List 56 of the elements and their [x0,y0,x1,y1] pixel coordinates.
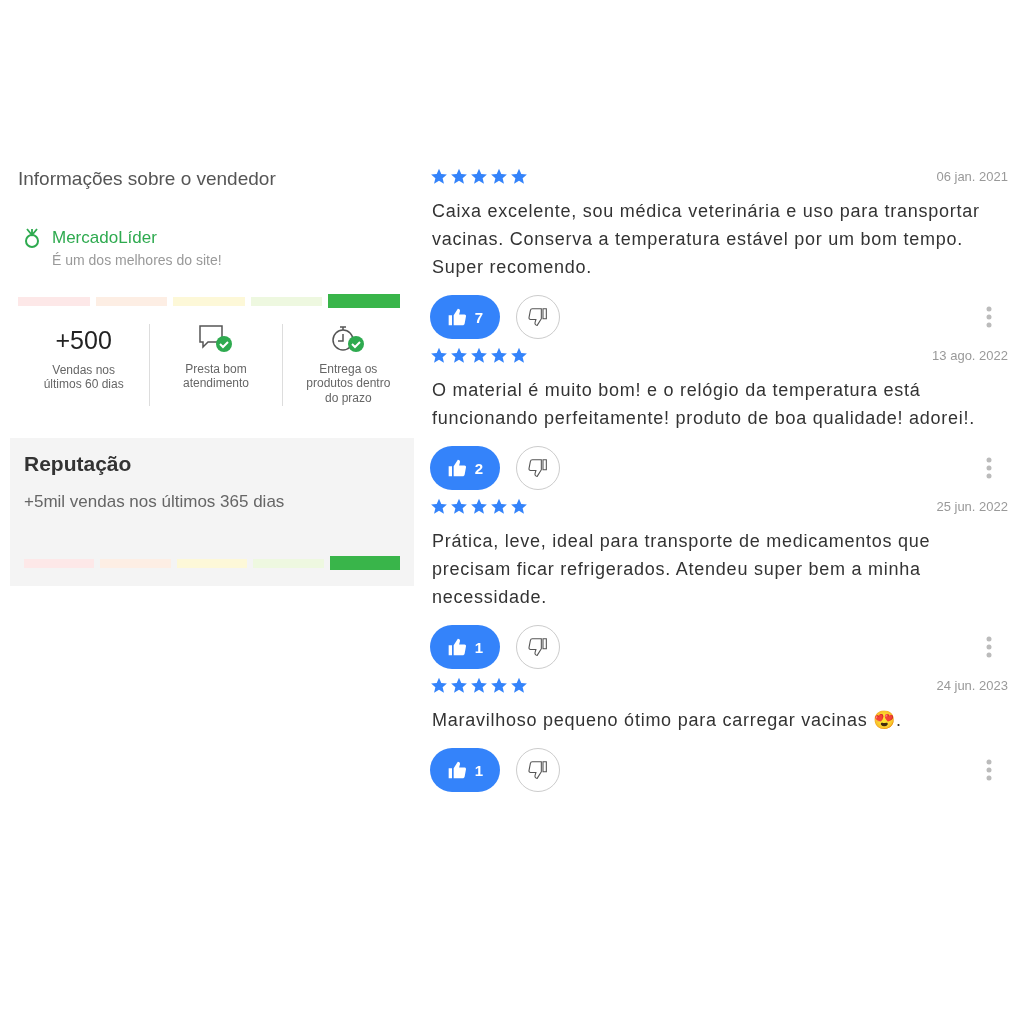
review-text: Prática, leve, ideal para transporte de medicamentos que precisam ficar refrigerados. Atendeu super bem a minha necessidade. [432,530,932,609]
review-date: 25 jun. 2022 [936,499,1008,514]
star-icon [490,168,508,185]
star-icon [510,677,528,694]
dislike-button[interactable] [516,446,560,490]
thumbs-down-icon [528,458,548,478]
thumbs-up-icon [446,637,467,657]
star-icon [470,677,488,694]
star-icon [470,168,488,185]
stat-label: Presta bom atendimento [181,362,250,391]
star-icon [450,677,468,694]
stat-label: Entrega os produtos dentro do prazo [305,362,392,406]
thumbs-down-icon [528,760,548,780]
thumbs-up-icon [446,307,467,327]
stat-label: Vendas nos últimos 60 dias [42,363,125,392]
star-icon [490,347,508,364]
medal-icon [24,228,40,248]
thumbs-down-icon [528,307,548,327]
review-date: 13 ago. 2022 [932,348,1008,363]
chat-check-icon [198,324,234,354]
star-icon [510,498,528,515]
star-icon [450,498,468,515]
star-icon [510,168,528,185]
review-text: Caixa excelente, sou médica veterinária e uso para transportar vacinas. Conserva a temperatura estável por um bom tempo. Super recomendo. [432,200,981,279]
badge-title: MercadoLíder [52,228,158,248]
dislike-button[interactable] [516,625,560,669]
review-text: O material é muito bom! e o relógio da temperatura está funcionando perfeitamente! produto de boa qualidade! adorei!. [432,379,977,430]
reputation-text: +5mil vendas nos últimos 365 dias [24,492,286,512]
thumbs-down-icon [528,637,548,657]
stat-value: +500 [55,326,112,355]
star-icon [450,168,468,185]
like-button[interactable]: 1 [430,748,500,792]
star-icon [470,347,488,364]
star-icon [430,498,448,515]
review-date: 06 jan. 2021 [936,169,1008,184]
star-icon [430,347,448,364]
thumbs-up-icon [446,760,467,780]
stopwatch-check-icon [330,324,367,354]
star-icon [510,347,528,364]
star-icon [430,677,448,694]
like-button[interactable]: 1 [430,625,500,669]
star-icon [490,498,508,515]
reputation-title: Reputação [24,452,133,476]
star-icon [470,498,488,515]
badge-subtitle: É um dos melhores do site! [52,252,222,268]
review-text: Maravilhoso pequeno ótimo para carregar vacinas 😍. [432,709,903,732]
section-title: Informações sobre o vendedor [18,168,277,190]
star-icon [490,677,508,694]
star-icon [450,347,468,364]
thumbs-up-icon [446,458,467,478]
like-button[interactable]: 2 [430,446,500,490]
dislike-button[interactable] [516,748,560,792]
review-date: 24 jun. 2023 [936,678,1008,693]
star-icon [430,168,448,185]
like-button[interactable]: 7 [430,295,500,339]
dislike-button[interactable] [516,295,560,339]
